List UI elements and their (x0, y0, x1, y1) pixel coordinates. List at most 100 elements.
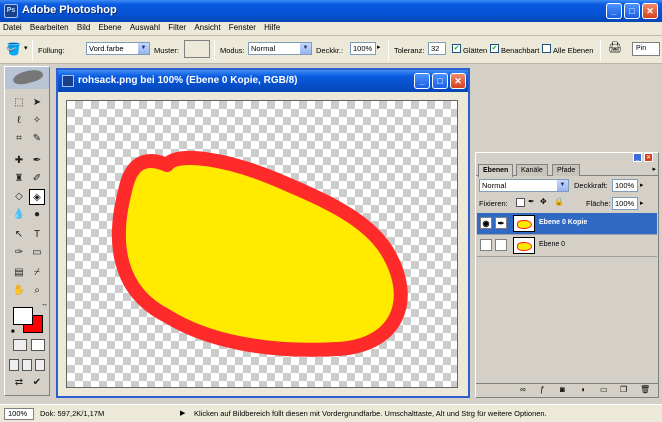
link-layers-icon[interactable]: ∞ (520, 385, 526, 394)
menu-bearbeiten[interactable]: Bearbeiten (27, 22, 72, 33)
paint-bucket-icon[interactable]: 🪣 (6, 42, 21, 56)
tool-preset-chevron-down-icon[interactable]: ▾ (24, 44, 28, 52)
marquee-tool-icon[interactable]: ⬚ (11, 95, 27, 111)
tolerance-input[interactable]: 32 (428, 42, 446, 55)
document-title-bar[interactable]: rohsack.png bei 100% (Ebene 0 Kopie, RGB… (58, 70, 468, 92)
eye-icon[interactable] (480, 239, 492, 251)
mode-select[interactable]: Normal ▼ (248, 42, 312, 55)
pattern-picker[interactable] (184, 40, 210, 58)
healing-brush-icon[interactable]: ✚ (11, 153, 27, 169)
eyedropper-icon[interactable]: ⌿ (29, 265, 45, 281)
new-layer-icon[interactable]: ❐ (620, 385, 627, 394)
tab-pfade[interactable]: Pfade (552, 164, 581, 176)
screen-mode-standard-button[interactable] (9, 359, 19, 371)
menu-ebene[interactable]: Ebene (95, 22, 124, 33)
panel-menu-arrow-icon[interactable]: ▸ (652, 165, 656, 173)
tab-ebenen[interactable]: Ebenen (478, 164, 514, 177)
zoom-input[interactable]: 100% (4, 408, 34, 420)
brush-icon[interactable] (495, 239, 507, 251)
lock-transparency-icon[interactable] (516, 198, 525, 207)
toolbox-header[interactable] (5, 67, 49, 89)
default-colors-icon[interactable]: ■ (11, 329, 15, 335)
eye-icon[interactable]: ◉ (480, 217, 492, 229)
doc-close-button[interactable]: ✕ (450, 73, 466, 89)
layer-group-icon[interactable]: ▭ (600, 385, 608, 394)
check-icon[interactable]: ✔ (29, 375, 45, 391)
screen-mode-full-menu-button[interactable] (22, 359, 32, 371)
blur-tool-icon[interactable]: 💧 (11, 207, 27, 223)
jump-to-imageready-icon[interactable]: ⇄ (11, 375, 27, 391)
paint-bucket-tool-icon[interactable]: ◈ (29, 189, 45, 205)
layer-row-ebene-0[interactable]: Ebene 0 (477, 235, 657, 257)
layer-style-icon[interactable]: ƒ (540, 385, 544, 394)
layers-panel-header[interactable]: _ ✕ (476, 153, 658, 163)
all-layers-checkbox[interactable] (542, 44, 551, 53)
crop-tool-icon[interactable]: ⌗ (11, 131, 27, 147)
menu-fenster[interactable]: Fenster (226, 22, 259, 33)
menu-auswahl[interactable]: Auswahl (127, 22, 163, 33)
slice-tool-icon[interactable]: ✎ (29, 131, 45, 147)
tab-kanaele[interactable]: Kanäle (516, 164, 548, 176)
zoom-tool-icon[interactable]: ⌕ (29, 283, 45, 299)
close-button[interactable]: ✕ (642, 3, 658, 19)
stamp-tool-icon[interactable]: ♜ (11, 171, 27, 187)
menu-ansicht[interactable]: Ansicht (191, 22, 223, 33)
adjustment-layer-icon[interactable]: ◑ (580, 385, 585, 394)
type-tool-icon[interactable]: T (29, 227, 45, 243)
dodge-tool-icon[interactable]: ● (29, 207, 45, 223)
panel-close-button[interactable]: ✕ (644, 153, 653, 162)
maximize-button[interactable]: □ (624, 3, 640, 19)
status-bar: 100% Dok: 597,2K/1,17M ▶ Klicken auf Bil… (0, 404, 662, 422)
layer-mask-icon[interactable]: ◙ (560, 385, 565, 394)
opacity-input[interactable]: 100% (350, 42, 376, 55)
menu-datei[interactable]: Datei (0, 22, 25, 33)
contiguous-checkbox[interactable]: ✔ (490, 44, 499, 53)
eraser-tool-icon[interactable]: ◇ (11, 189, 27, 205)
standard-mode-button[interactable] (13, 339, 27, 351)
feather-logo-icon (11, 67, 45, 87)
menu-hilfe[interactable]: Hilfe (261, 22, 283, 33)
brush-icon[interactable]: ✒ (495, 217, 507, 229)
status-menu-arrow-icon[interactable]: ▶ (180, 409, 185, 417)
palette-well[interactable]: Pin (632, 42, 660, 56)
image-canvas[interactable] (66, 100, 458, 388)
foreground-color-swatch[interactable] (13, 307, 33, 325)
shape-tool-icon[interactable]: ▭ (29, 245, 45, 261)
app-title-bar[interactable]: Ps Adobe Photoshop _ □ ✕ (0, 0, 662, 22)
move-tool-icon[interactable]: ➤ (29, 95, 45, 111)
menu-bild[interactable]: Bild (74, 22, 93, 33)
layer-row-ebene-0-kopie[interactable]: ◉ ✒ Ebene 0 Kopie (477, 213, 657, 235)
file-browser-icon[interactable]: 🖨 (608, 41, 624, 57)
trash-icon[interactable]: 🗑 (640, 385, 650, 394)
layer-opacity-input[interactable]: 100% (612, 179, 638, 192)
mode-label: Modus: (220, 46, 245, 55)
hand-tool-icon[interactable]: ✋ (11, 283, 27, 299)
doc-maximize-button[interactable]: □ (432, 73, 448, 89)
minimize-button[interactable]: _ (606, 3, 622, 19)
screen-mode-full-button[interactable] (35, 359, 45, 371)
notes-tool-icon[interactable]: ▤ (11, 265, 27, 281)
lock-all-icon[interactable]: 🔒 (554, 197, 564, 206)
lock-position-icon[interactable]: ✥ (540, 197, 547, 206)
opacity-slider-arrow-icon[interactable]: ▸ (377, 43, 381, 51)
lasso-tool-icon[interactable]: ℓ (11, 113, 27, 129)
brush-tool-icon[interactable]: ✒ (29, 153, 45, 169)
smooth-checkbox[interactable]: ✔ (452, 44, 461, 53)
swap-colors-icon[interactable]: ↔ (41, 301, 48, 308)
history-brush-icon[interactable]: ✐ (29, 171, 45, 187)
path-selection-icon[interactable]: ↖ (11, 227, 27, 243)
chevron-down-icon: ▼ (557, 180, 568, 191)
layer-opacity-label: Deckkraft: (574, 181, 608, 190)
layer-fill-input[interactable]: 100% (612, 197, 638, 210)
panel-minimize-button[interactable]: _ (633, 153, 642, 162)
fill-slider-arrow-icon[interactable]: ▸ (640, 199, 644, 207)
opacity-slider-arrow-icon[interactable]: ▸ (640, 181, 644, 189)
fill-select[interactable]: Vord.farbe ▼ (86, 42, 150, 55)
lock-pixels-brush-icon[interactable]: ✒ (528, 197, 535, 206)
quick-mask-button[interactable] (31, 339, 45, 351)
magic-wand-icon[interactable]: ✧ (29, 113, 45, 129)
blend-mode-select[interactable]: Normal ▼ (479, 179, 569, 192)
pen-tool-icon[interactable]: ✑ (11, 245, 27, 261)
doc-minimize-button[interactable]: _ (414, 73, 430, 89)
menu-filter[interactable]: Filter (165, 22, 189, 33)
